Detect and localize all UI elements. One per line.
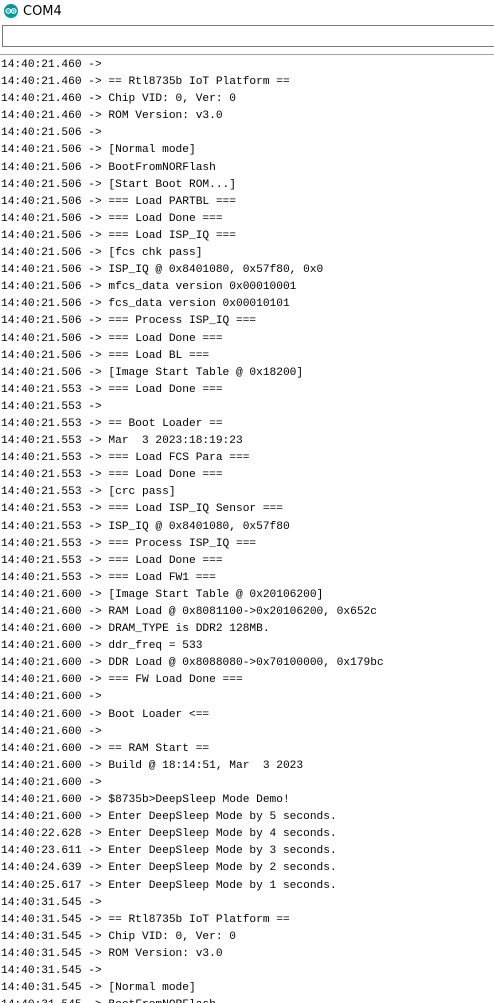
serial-output-line: 14:40:21.506 -> === Load PARTBL === bbox=[1, 195, 236, 208]
serial-output-line: 14:40:21.600 -> DDR Load @ 0x8088080->0x… bbox=[1, 657, 384, 670]
serial-output-line: 14:40:21.460 -> == Rtl8735b IoT Platform… bbox=[1, 76, 290, 89]
serial-output-line: 14:40:31.545 -> bbox=[1, 964, 102, 977]
serial-output-line: 14:40:21.553 -> === Load FW1 === bbox=[1, 571, 216, 584]
serial-output-line: 14:40:21.553 -> === Load ISP_IQ Sensor =… bbox=[1, 503, 283, 516]
serial-output-line: 14:40:21.553 -> [crc pass] bbox=[1, 486, 176, 499]
serial-output-line: 14:40:21.600 -> ddr_freq = 533 bbox=[1, 640, 203, 653]
serial-output-line: 14:40:31.545 -> == Rtl8735b IoT Platform… bbox=[1, 913, 290, 926]
serial-output-line: 14:40:31.545 -> BootFromNORFlash bbox=[0, 997, 494, 1003]
serial-output-line: 14:40:21.600 -> RAM Load @ 0x8081100->0x… bbox=[1, 606, 377, 618]
serial-output-panel[interactable]: 14:40:21.460 -> 14:40:21.460 -> == Rtl873… bbox=[0, 54, 494, 1003]
serial-output-line: 14:40:21.506 -> === Load ISP_IQ === bbox=[1, 229, 236, 242]
send-row bbox=[0, 25, 494, 51]
serial-output-line: 14:40:21.506 -> [Normal mode] bbox=[1, 144, 196, 157]
window-title: COM4 bbox=[23, 3, 62, 19]
serial-output-line: 14:40:31.545 -> [Normal mode] bbox=[1, 982, 196, 995]
serial-output-line: 14:40:21.553 -> bbox=[1, 400, 102, 413]
serial-output-line: 14:40:23.611 -> Enter DeepSleep Mode by … bbox=[1, 845, 337, 858]
serial-output-line: 14:40:21.600 -> == RAM Start == bbox=[1, 742, 210, 755]
serial-output-line: 14:40:21.506 -> mfcs_data version 0x0001… bbox=[1, 281, 297, 294]
serial-output-line: 14:40:21.553 -> === Load Done === bbox=[1, 383, 223, 396]
serial-output-line: 14:40:21.600 -> bbox=[1, 725, 102, 738]
serial-output-line: 14:40:21.553 -> === Load Done === bbox=[1, 469, 223, 482]
serial-output-line: 14:40:21.506 -> [Image Start Table @ 0x1… bbox=[1, 366, 304, 379]
serial-output-line: 14:40:21.506 -> === Load Done === bbox=[1, 332, 223, 345]
title-bar: COM4 bbox=[0, 0, 494, 22]
serial-output-line: 14:40:21.553 -> == Boot Loader == bbox=[1, 417, 223, 430]
serial-output-line: 14:40:21.553 -> ISP_IQ @ 0x8401080, 0x57… bbox=[1, 520, 290, 533]
serial-output-line: 14:40:21.506 -> === Load Done === bbox=[1, 212, 223, 225]
serial-output-line: 14:40:21.506 -> [fcs chk pass] bbox=[1, 247, 203, 260]
serial-output-line: 14:40:21.506 -> ISP_IQ @ 0x8401080, 0x57… bbox=[1, 264, 324, 277]
serial-output-line: 14:40:21.506 -> bbox=[1, 127, 102, 140]
serial-output-line: 14:40:21.600 -> bbox=[1, 776, 102, 789]
serial-output-line: 14:40:21.600 -> Enter DeepSleep Mode by … bbox=[1, 811, 337, 824]
serial-output-line: 14:40:21.600 -> bbox=[1, 691, 102, 704]
serial-output-line: 14:40:21.553 -> Mar 3 2023:18:19:23 bbox=[1, 435, 243, 448]
serial-output-line: 14:40:21.460 -> Chip VID: 0, Ver: 0 bbox=[1, 93, 236, 106]
serial-output-line: 14:40:21.600 -> === FW Load Done === bbox=[1, 674, 243, 687]
serial-output-line: 14:40:31.545 -> Chip VID: 0, Ver: 0 bbox=[1, 930, 236, 943]
serial-send-input[interactable] bbox=[2, 25, 494, 47]
arduino-icon bbox=[4, 4, 18, 18]
serial-output-line: 14:40:21.506 -> BootFromNORFlash bbox=[1, 161, 216, 174]
serial-output-line: 14:40:24.639 -> Enter DeepSleep Mode by … bbox=[1, 862, 337, 875]
serial-output-lines: 14:40:21.460 -> 14:40:21.460 -> == Rtl873… bbox=[0, 55, 494, 1003]
serial-output-line: 14:40:21.600 -> Boot Loader <== bbox=[1, 708, 210, 721]
serial-output-line: 14:40:21.506 -> === Process ISP_IQ === bbox=[1, 315, 257, 328]
serial-output-line: 14:40:21.600 -> $8735b>DeepSleep Mode De… bbox=[1, 794, 290, 807]
serial-output-line: 14:40:22.628 -> Enter DeepSleep Mode by … bbox=[1, 828, 337, 841]
serial-output-line: 14:40:21.600 -> Build @ 18:14:51, Mar 3 … bbox=[1, 759, 304, 772]
serial-output-line: 14:40:21.506 -> fcs_data version 0x00010… bbox=[1, 298, 290, 311]
serial-output-line: 14:40:21.460 -> ROM Version: v3.0 bbox=[1, 110, 223, 123]
serial-output-line: 14:40:21.460 -> bbox=[1, 59, 102, 71]
serial-output-line: 14:40:21.506 -> [Start Boot ROM...] bbox=[1, 178, 236, 191]
serial-output-line: 14:40:25.617 -> Enter DeepSleep Mode by … bbox=[1, 879, 337, 892]
serial-output-line: 14:40:31.545 -> ROM Version: v3.0 bbox=[1, 947, 223, 960]
serial-output-line: 14:40:21.600 -> [Image Start Table @ 0x2… bbox=[1, 588, 324, 601]
serial-output-line: 14:40:21.553 -> === Load Done === bbox=[1, 554, 223, 567]
serial-output-line: 14:40:31.545 -> bbox=[1, 896, 102, 909]
serial-output-line: 14:40:21.553 -> === Load FCS Para === bbox=[1, 452, 250, 465]
serial-output-line: 14:40:21.553 -> === Process ISP_IQ === bbox=[1, 537, 257, 550]
serial-output-line: 14:40:21.506 -> === Load BL === bbox=[1, 349, 210, 362]
serial-output-line: 14:40:21.600 -> DRAM_TYPE is DDR2 128MB. bbox=[1, 623, 270, 636]
